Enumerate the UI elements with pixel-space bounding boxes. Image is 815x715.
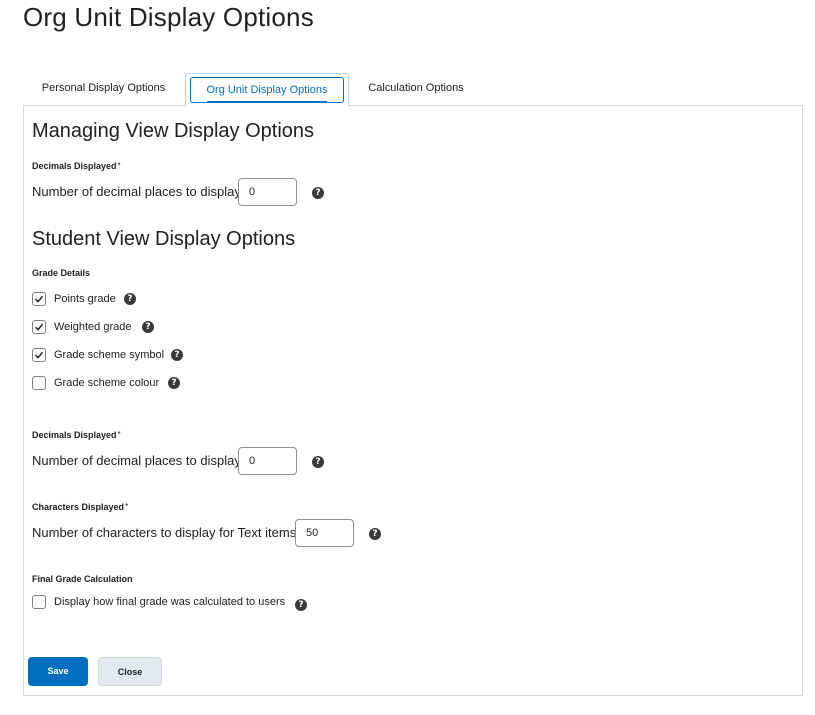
grade-scheme-symbol-help-icon[interactable]: ? [171,349,183,361]
tab-selected-indicator [207,101,327,103]
grade-scheme-colour-checkbox[interactable] [32,376,46,390]
tab-personal-display-options[interactable]: Personal Display Options [23,73,184,105]
required-marker: * [117,161,121,170]
final-grade-calculation-option-label: Display how final grade was calculated t… [54,596,286,608]
student-decimals-prompt: Number of decimal places to display [32,453,241,468]
characters-displayed-label: Characters Displayed* [32,502,128,512]
final-grade-calculation-help-icon[interactable]: ? [295,599,307,611]
student-decimals-input[interactable]: 0 [238,447,297,475]
checkmark-icon [34,351,44,359]
student-decimals-help-icon[interactable]: ? [312,456,324,468]
grade-details-label: Grade Details [32,268,91,278]
tab-focus-ring: Org Unit Display Options [190,77,344,103]
managing-decimals-help-icon[interactable]: ? [312,187,324,199]
characters-displayed-input[interactable]: 50 [295,519,354,547]
options-panel: Managing View Display Options Decimals D… [23,105,803,696]
grade-scheme-colour-help-icon[interactable]: ? [168,377,180,389]
close-button[interactable]: Close [98,657,162,686]
student-decimals-label-text: Decimals Displayed [32,430,117,440]
tab-calculation-options[interactable]: Calculation Options [353,73,479,105]
weighted-grade-label: Weighted grade [54,321,132,333]
tab-label: Org Unit Display Options [206,84,328,96]
required-marker: * [125,502,129,511]
managing-decimals-label: Decimals Displayed* [32,161,121,171]
page-title: Org Unit Display Options [23,2,314,32]
managing-view-heading: Managing View Display Options [32,120,315,142]
final-grade-calculation-checkbox[interactable] [32,595,46,609]
points-grade-checkbox[interactable] [32,292,46,306]
required-marker: * [117,430,121,439]
save-button[interactable]: Save [28,657,88,686]
characters-displayed-prompt: Number of characters to display for Text… [32,525,297,540]
grade-scheme-symbol-label: Grade scheme symbol [54,349,165,361]
student-view-heading: Student View Display Options [32,228,296,250]
points-grade-label: Points grade [54,293,116,305]
weighted-grade-help-icon[interactable]: ? [142,321,154,333]
managing-decimals-prompt: Number of decimal places to display [32,184,241,199]
points-grade-help-icon[interactable]: ? [124,293,136,305]
tab-org-unit-display-options[interactable]: Org Unit Display Options [185,73,349,107]
managing-decimals-input[interactable]: 0 [238,178,297,206]
managing-decimals-label-text: Decimals Displayed [32,161,117,171]
weighted-grade-checkbox[interactable] [32,320,46,334]
student-decimals-label: Decimals Displayed* [32,430,121,440]
grade-scheme-symbol-checkbox[interactable] [32,348,46,362]
grade-scheme-colour-label: Grade scheme colour [54,377,160,389]
characters-displayed-help-icon[interactable]: ? [369,528,381,540]
final-grade-calculation-label: Final Grade Calculation [32,574,133,584]
checkmark-icon [34,295,44,303]
characters-displayed-label-text: Characters Displayed [32,502,125,512]
tab-bar: Personal Display Options Org Unit Displa… [23,73,803,107]
checkmark-icon [34,323,44,331]
